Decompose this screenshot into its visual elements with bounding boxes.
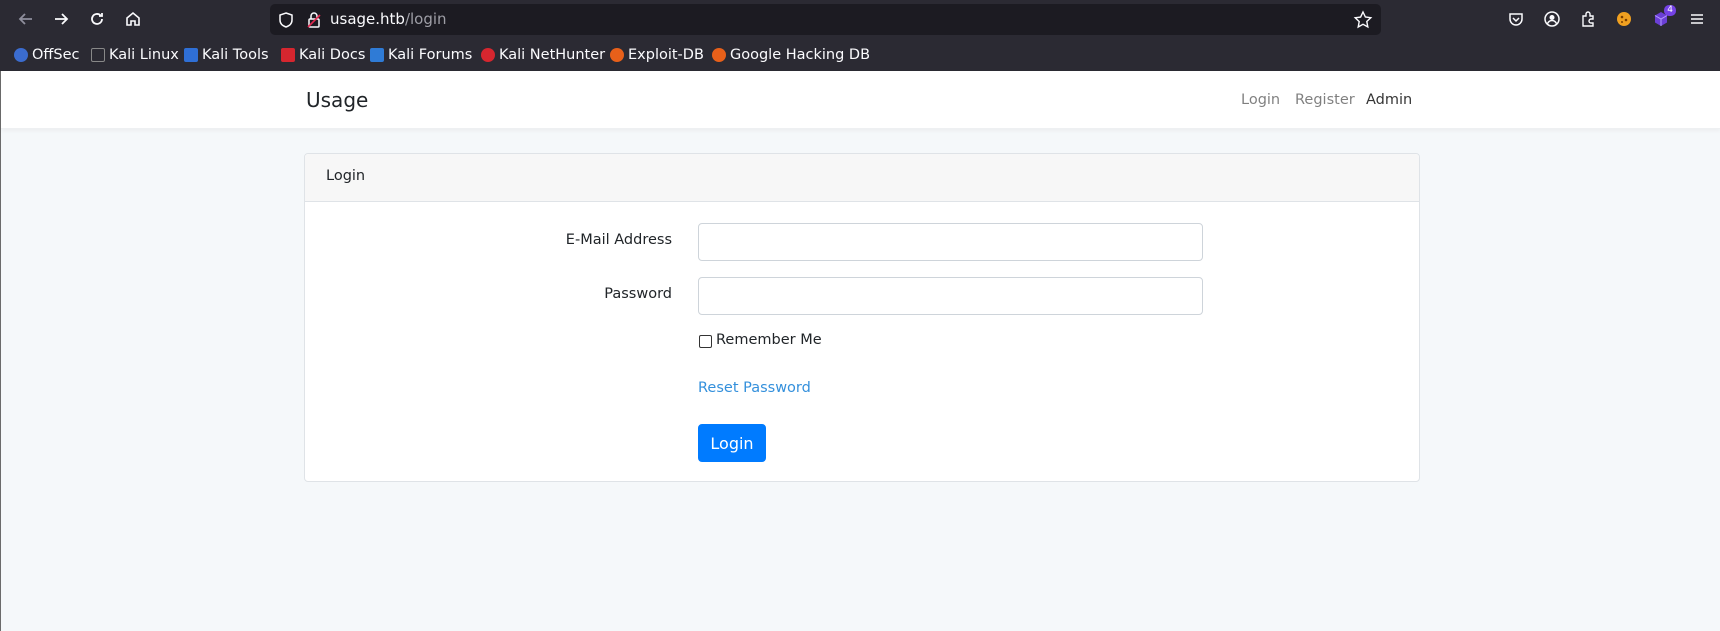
- login-card: Login E-Mail Address Password Remember M…: [304, 153, 1420, 482]
- address-bar[interactable]: usage.htb/login: [270, 4, 1381, 35]
- email-label: E-Mail Address: [565, 232, 672, 248]
- remember-me-checkbox[interactable]: [699, 335, 712, 348]
- bookmark-label: Kali Linux: [109, 47, 179, 63]
- bookmark-label: OffSec: [32, 47, 80, 63]
- home-icon: [126, 11, 140, 26]
- kali-tools-icon: [184, 48, 198, 62]
- hackbar-extension-button[interactable]: 4: [1650, 5, 1676, 30]
- url-host: usage.htb: [330, 10, 405, 28]
- extensions-button[interactable]: [1577, 8, 1599, 30]
- reload-button[interactable]: [84, 6, 110, 32]
- bookmark-label: Kali Tools: [202, 47, 269, 63]
- nav-register-link[interactable]: Register: [1295, 92, 1355, 108]
- exploit-db-icon: [610, 48, 624, 62]
- password-field[interactable]: [698, 277, 1203, 315]
- nav-login-link[interactable]: Login: [1241, 92, 1280, 108]
- bookmark-kali-docs[interactable]: Kali Docs: [281, 44, 365, 66]
- pocket-icon: [1509, 13, 1523, 26]
- forward-button[interactable]: [48, 6, 74, 32]
- reset-password-link[interactable]: Reset Password: [698, 380, 811, 396]
- cookie-icon: [1617, 12, 1631, 26]
- bookmarks-toolbar: OffSec Kali Linux Kali Tools Kali Docs K…: [0, 40, 1720, 70]
- site-brand[interactable]: Usage: [306, 88, 368, 112]
- kali-forums-icon: [370, 48, 384, 62]
- menu-button[interactable]: [1686, 8, 1708, 30]
- back-button[interactable]: [13, 6, 39, 32]
- remember-me-label[interactable]: Remember Me: [716, 332, 822, 348]
- puzzle-icon: [1582, 11, 1594, 27]
- arrow-left-icon: [18, 13, 32, 25]
- login-button[interactable]: Login: [698, 424, 766, 462]
- bookmark-label: Kali Forums: [388, 47, 473, 63]
- bookmark-kali-tools[interactable]: Kali Tools: [184, 44, 269, 66]
- insecure-lock-icon[interactable]: [304, 10, 324, 30]
- arrow-right-icon: [55, 13, 69, 25]
- password-label: Password: [604, 286, 672, 302]
- reload-icon: [91, 13, 103, 25]
- account-button[interactable]: [1541, 8, 1563, 30]
- bookmark-label: Google Hacking DB: [730, 47, 871, 63]
- url-text: usage.htb/login: [330, 4, 447, 35]
- bookmark-exploit-db[interactable]: Exploit-DB: [610, 44, 704, 66]
- ghdb-icon: [712, 48, 726, 62]
- bookmark-google-hacking-db[interactable]: Google Hacking DB: [712, 44, 870, 66]
- kali-nethunter-icon: [481, 48, 495, 62]
- site-navbar: Usage Login Register Admin: [1, 71, 1720, 129]
- bookmark-kali-linux[interactable]: Kali Linux: [91, 44, 179, 66]
- nav-admin-link[interactable]: Admin: [1366, 92, 1412, 108]
- kali-dragon-icon: [91, 48, 105, 62]
- offsec-icon: [14, 48, 28, 62]
- browser-chrome: usage.htb/login 4 OffSec Kali Linux Kali…: [0, 0, 1720, 71]
- bookmark-label: Kali NetHunter: [499, 47, 606, 63]
- url-path: /login: [404, 10, 447, 28]
- bookmark-offsec[interactable]: OffSec: [14, 44, 80, 66]
- kali-docs-icon: [281, 48, 295, 62]
- hamburger-menu-icon: [1691, 14, 1703, 24]
- bookmark-kali-forums[interactable]: Kali Forums: [370, 44, 472, 66]
- card-header: Login: [305, 154, 1419, 202]
- bookmark-label: Exploit-DB: [628, 47, 704, 63]
- pocket-button[interactable]: [1505, 8, 1527, 30]
- home-button[interactable]: [120, 6, 146, 32]
- extension-badge: 4: [1664, 5, 1676, 16]
- browser-toolbar: usage.htb/login 4: [0, 0, 1720, 38]
- web-page: Usage Login Register Admin Login E-Mail …: [0, 71, 1720, 631]
- email-field[interactable]: [698, 223, 1203, 261]
- cookie-extension-button[interactable]: [1613, 8, 1635, 30]
- tracking-shield-icon[interactable]: [276, 10, 296, 30]
- account-icon: [1544, 11, 1560, 27]
- bookmark-star-icon[interactable]: [1353, 10, 1373, 30]
- card-title: Login: [326, 168, 366, 184]
- bookmark-label: Kali Docs: [299, 47, 366, 63]
- bookmark-kali-nethunter[interactable]: Kali NetHunter: [481, 44, 605, 66]
